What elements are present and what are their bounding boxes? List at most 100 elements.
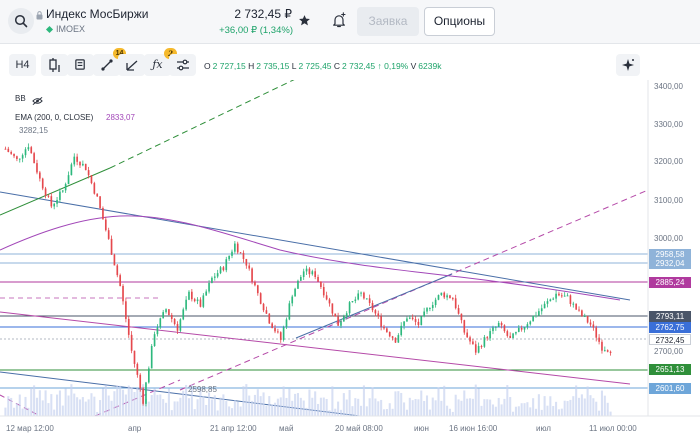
- candle-body: [41, 178, 44, 189]
- volume-bar: [589, 395, 592, 416]
- candle-body: [495, 326, 497, 328]
- candle-body: [288, 303, 291, 320]
- volume-bar: [288, 388, 291, 416]
- candles-icon: [48, 58, 60, 72]
- volume-bar: [21, 408, 24, 416]
- exchange-diamond-icon: [45, 25, 54, 34]
- candle-body: [277, 331, 279, 333]
- candle-body: [609, 351, 612, 353]
- candle-body: [165, 309, 167, 313]
- volume-bar: [104, 385, 107, 416]
- volume-bar: [216, 410, 219, 416]
- price-tag: 2793,11: [649, 311, 691, 322]
- candle-body: [354, 299, 357, 302]
- y-tick: 3100,00: [654, 196, 683, 205]
- volume-bar: [15, 403, 18, 416]
- volume-bar: [454, 394, 457, 416]
- search-button[interactable]: [8, 8, 34, 34]
- candle-body: [191, 291, 193, 300]
- eye-off-icon[interactable]: [32, 93, 43, 111]
- candle-body: [434, 299, 437, 306]
- candle-body: [256, 285, 259, 294]
- volume-bar: [150, 394, 153, 416]
- ai-assist-button[interactable]: [616, 54, 640, 76]
- volume-bar: [494, 406, 497, 416]
- volume-bar: [87, 399, 90, 416]
- ruler-button[interactable]: [118, 54, 145, 76]
- order-button[interactable]: Заявка: [357, 7, 419, 36]
- volume-bar: [609, 411, 612, 416]
- price-change: +36,00 ₽ (1,34%): [219, 25, 293, 36]
- candle-body: [408, 317, 411, 319]
- ema-indicator-label[interactable]: EMA (200, 0, CLOSE): [15, 113, 93, 122]
- search-icon: [14, 14, 28, 28]
- volume-bar: [99, 400, 102, 416]
- ema-line: [0, 215, 621, 301]
- volume-bar: [529, 407, 532, 416]
- drawings-button[interactable]: 14: [93, 48, 126, 76]
- candle-body: [357, 293, 360, 300]
- compare-button[interactable]: [67, 54, 94, 76]
- volume-bar: [557, 409, 560, 416]
- trend-line[interactable]: [179, 189, 648, 391]
- timeframe-button[interactable]: H4: [9, 54, 36, 76]
- candle-body: [532, 315, 534, 322]
- volume-bar: [139, 389, 142, 416]
- volume-bar: [33, 385, 36, 416]
- volume-bar: [532, 398, 535, 416]
- candle-body: [139, 374, 142, 389]
- trend-line[interactable]: [0, 371, 361, 416]
- candle-body: [529, 321, 532, 325]
- candle-body: [526, 324, 529, 327]
- candle-body: [305, 268, 308, 272]
- trend-line[interactable]: [0, 167, 111, 216]
- favorite-star-icon[interactable]: [298, 14, 311, 32]
- candle-body: [84, 163, 87, 171]
- candle-body: [515, 331, 517, 334]
- candle-body: [463, 320, 466, 333]
- volume-bar: [302, 400, 305, 416]
- volume-bar: [382, 409, 386, 416]
- volume-bar: [222, 394, 225, 416]
- volume-bar: [196, 399, 199, 416]
- x-tick: апр: [128, 424, 142, 433]
- x-tick: июн: [414, 424, 429, 433]
- candle-body: [234, 243, 236, 252]
- indicators-button[interactable]: ƒx 2: [144, 48, 177, 76]
- volume-bar: [314, 391, 317, 416]
- trend-line[interactable]: [295, 273, 453, 339]
- chart-type-button[interactable]: [41, 54, 68, 76]
- candle-body: [30, 147, 33, 154]
- ohlc-readout: O2 727,15 H2 735,15 L2 725,45 C2 732,45 …: [204, 61, 442, 71]
- trend-line[interactable]: [0, 311, 631, 385]
- candle-body: [170, 315, 173, 319]
- candle-body: [523, 326, 526, 330]
- volume-bar: [70, 384, 73, 416]
- volume-bar: [463, 390, 466, 416]
- settings-button[interactable]: [169, 54, 196, 76]
- volume-bar: [78, 399, 82, 416]
- volume-bar: [273, 402, 277, 416]
- volume-bar: [552, 406, 555, 416]
- options-button[interactable]: Опционы: [424, 7, 495, 36]
- bb-indicator-label[interactable]: BB: [15, 94, 26, 103]
- ticker-name[interactable]: Индекс МосБиржи: [46, 7, 148, 21]
- candle-body: [566, 295, 569, 297]
- candle-body: [420, 316, 423, 326]
- volume-bar: [569, 399, 572, 416]
- volume-bar: [483, 399, 486, 416]
- candle-body: [291, 296, 294, 304]
- volume-bar: [10, 397, 13, 416]
- volume-bar: [276, 398, 279, 416]
- trend-line[interactable]: [0, 191, 631, 301]
- y-tick: 2700,00: [654, 347, 683, 356]
- trend-line[interactable]: [94, 379, 181, 416]
- candle-body: [176, 324, 179, 331]
- candle-body: [383, 326, 385, 329]
- alert-bell-icon[interactable]: [331, 12, 347, 34]
- volume-bar: [113, 391, 116, 416]
- volume-bar: [348, 390, 351, 416]
- trend-line[interactable]: [0, 394, 41, 416]
- volume-bar: [182, 390, 185, 416]
- volume-bar: [219, 397, 222, 416]
